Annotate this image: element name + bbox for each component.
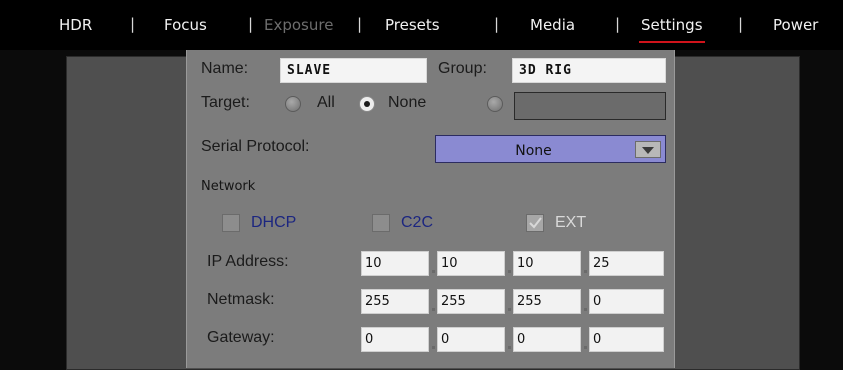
group-label: Group: — [438, 60, 487, 77]
menu-item-power[interactable]: Power — [773, 16, 818, 34]
octet-dot — [584, 308, 587, 311]
ip-octet-1[interactable]: 10 — [361, 251, 429, 276]
target-all-radio[interactable] — [285, 96, 301, 112]
ip-octet-2[interactable]: 10 — [437, 251, 505, 276]
chevron-down-icon[interactable] — [635, 141, 661, 158]
octet-dot — [584, 346, 587, 349]
netmask-octet-4[interactable]: 0 — [589, 289, 664, 314]
target-custom-field[interactable] — [514, 92, 666, 120]
menu-item-settings[interactable]: Settings — [639, 16, 705, 43]
serial-protocol-dropdown[interactable]: None — [435, 135, 666, 163]
serial-protocol-label: Serial Protocol: — [201, 138, 310, 155]
menu-separator: | — [494, 15, 500, 33]
menu-item-exposure: Exposure — [264, 16, 334, 34]
target-all-label: All — [317, 94, 335, 111]
menu-separator: | — [357, 15, 363, 33]
octet-dot — [508, 308, 511, 311]
target-label: Target: — [201, 94, 250, 111]
octet-dot — [432, 308, 435, 311]
target-none-label: None — [388, 94, 427, 111]
c2c-checkbox[interactable] — [372, 214, 390, 232]
menu-separator: | — [248, 15, 254, 33]
top-menu-bar: HDR | Focus | Exposure | Presets | Media… — [0, 0, 843, 50]
gateway-label: Gateway: — [207, 329, 275, 346]
name-field[interactable]: SLAVE — [280, 58, 427, 83]
dhcp-label: DHCP — [251, 214, 297, 231]
octet-dot — [508, 270, 511, 273]
ip-octet-3[interactable]: 10 — [513, 251, 581, 276]
menu-separator: | — [130, 15, 136, 33]
ip-octet-4[interactable]: 25 — [589, 251, 664, 276]
name-label: Name: — [201, 60, 249, 77]
netmask-octet-2[interactable]: 255 — [437, 289, 505, 314]
octet-dot — [432, 346, 435, 349]
netmask-octet-1[interactable]: 255 — [361, 289, 429, 314]
menu-item-media[interactable]: Media — [530, 16, 575, 34]
menu-separator: | — [615, 15, 621, 33]
target-none-radio[interactable] — [359, 96, 375, 112]
network-heading: Network — [201, 179, 256, 194]
netmask-octet-3[interactable]: 255 — [513, 289, 581, 314]
netmask-label: Netmask: — [207, 291, 275, 308]
menu-item-presets[interactable]: Presets — [385, 16, 440, 34]
c2c-label: C2C — [401, 214, 434, 231]
octet-dot — [584, 270, 587, 273]
ext-label: EXT — [555, 214, 587, 231]
serial-protocol-value: None — [515, 143, 552, 159]
gateway-octet-3[interactable]: 0 — [513, 327, 581, 352]
checkmark-icon — [529, 217, 542, 229]
octet-dot — [432, 270, 435, 273]
gateway-octet-4[interactable]: 0 — [589, 327, 664, 352]
menu-item-focus[interactable]: Focus — [164, 16, 207, 34]
octet-dot — [508, 346, 511, 349]
group-field[interactable]: 3D RIG — [512, 58, 666, 83]
menu-separator: | — [738, 15, 744, 33]
gateway-octet-1[interactable]: 0 — [361, 327, 429, 352]
target-custom-radio[interactable] — [487, 96, 503, 112]
ip-address-label: IP Address: — [207, 253, 289, 270]
settings-dialog: Name: SLAVE Group: 3D RIG Target: All No… — [186, 50, 675, 368]
menu-item-hdr[interactable]: HDR — [59, 16, 92, 34]
dhcp-checkbox[interactable] — [222, 214, 240, 232]
gateway-octet-2[interactable]: 0 — [437, 327, 505, 352]
ext-checkbox[interactable] — [526, 214, 544, 232]
